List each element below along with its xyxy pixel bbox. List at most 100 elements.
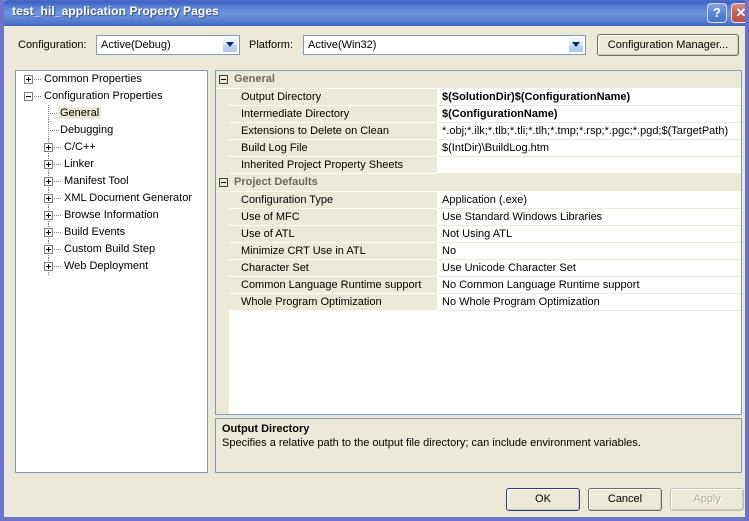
property-value[interactable] bbox=[438, 157, 741, 174]
tree-item-build-events[interactable]: Build Events bbox=[16, 224, 207, 241]
property-name: Output Directory bbox=[229, 89, 438, 106]
property-value[interactable]: $(SolutionDir)$(ConfigurationName) bbox=[438, 89, 741, 106]
property-row[interactable]: Configuration Type Application (.exe) bbox=[216, 192, 741, 209]
property-row[interactable]: Extensions to Delete on Clean *.obj;*.ilk… bbox=[216, 123, 741, 140]
tree-connector bbox=[54, 249, 61, 251]
tree-item-debugging[interactable]: Debugging bbox=[16, 122, 207, 139]
grid-category-project-defaults[interactable]: Project Defaults bbox=[216, 174, 741, 192]
configuration-manager-button[interactable]: Configuration Manager... bbox=[597, 34, 739, 56]
expand-icon[interactable] bbox=[44, 160, 53, 169]
expand-icon[interactable] bbox=[44, 177, 53, 186]
collapse-icon[interactable] bbox=[219, 75, 228, 84]
property-name: Extensions to Delete on Clean bbox=[229, 123, 438, 140]
property-row[interactable]: Output Directory $(SolutionDir)$(Configur… bbox=[216, 89, 741, 106]
chevron-down-icon[interactable] bbox=[568, 37, 584, 53]
apply-button: Apply bbox=[670, 488, 744, 511]
property-row[interactable]: Whole Program Optimization No Whole Progr… bbox=[216, 294, 741, 311]
expand-icon[interactable] bbox=[24, 75, 33, 84]
tree-item-configuration-properties[interactable]: Configuration Properties bbox=[16, 88, 207, 105]
property-row[interactable]: Character Set Use Unicode Character Set bbox=[216, 260, 741, 277]
description-pane: Output Directory Specifies a relative pa… bbox=[215, 418, 742, 473]
chevron-down-icon[interactable] bbox=[222, 37, 238, 53]
property-value[interactable]: $(ConfigurationName) bbox=[438, 106, 741, 123]
property-value[interactable]: Not Using ATL bbox=[438, 226, 741, 243]
close-icon[interactable]: ✕ bbox=[731, 3, 747, 23]
collapse-icon[interactable] bbox=[24, 92, 33, 101]
property-value[interactable]: Use Unicode Character Set bbox=[438, 260, 741, 277]
tree-connector bbox=[54, 198, 61, 200]
expand-icon[interactable] bbox=[44, 194, 53, 203]
tree-item-common-properties[interactable]: Common Properties bbox=[16, 71, 207, 88]
property-row[interactable]: Use of ATL Not Using ATL bbox=[216, 226, 741, 243]
tree-connector bbox=[34, 79, 41, 81]
help-icon[interactable]: ? bbox=[707, 3, 727, 23]
tree-item-label: Web Deployment bbox=[64, 260, 149, 272]
property-value[interactable]: No Common Language Runtime support bbox=[438, 277, 741, 294]
property-grid[interactable]: General Output Directory $(SolutionDir)$(C… bbox=[215, 70, 742, 415]
property-row[interactable]: Intermediate Directory $(ConfigurationNam… bbox=[216, 106, 741, 123]
tree-connector bbox=[34, 96, 41, 98]
property-row[interactable]: Common Language Runtime support No Common… bbox=[216, 277, 741, 294]
description-text: Specifies a relative path to the output … bbox=[222, 437, 641, 449]
tree-connector bbox=[54, 232, 61, 234]
tree-item-label: Linker bbox=[64, 158, 94, 170]
configuration-bar: Configuration: Active(Debug) Platform: A… bbox=[4, 26, 745, 64]
tree-item-label: Configuration Properties bbox=[44, 90, 163, 102]
cancel-button[interactable]: Cancel bbox=[588, 488, 662, 511]
grid-category-label: General bbox=[234, 73, 275, 85]
property-name: Character Set bbox=[229, 260, 438, 277]
property-name: Common Language Runtime support bbox=[229, 277, 438, 294]
tree-item-custom-build-step[interactable]: Custom Build Step bbox=[16, 241, 207, 258]
tree-item-general[interactable]: General bbox=[16, 105, 207, 122]
close-glyph: ✕ bbox=[735, 5, 747, 20]
tree-item-label: Common Properties bbox=[44, 73, 142, 85]
property-name: Inherited Project Property Sheets bbox=[229, 157, 438, 174]
property-row[interactable]: Inherited Project Property Sheets bbox=[216, 157, 741, 174]
expand-icon[interactable] bbox=[44, 211, 53, 220]
tree-item-c-c[interactable]: C/C++ bbox=[16, 139, 207, 156]
tree-connector bbox=[54, 181, 61, 183]
property-name: Whole Program Optimization bbox=[229, 294, 438, 311]
expand-icon[interactable] bbox=[44, 228, 53, 237]
configuration-value: Active(Debug) bbox=[101, 39, 171, 51]
tree-item-browse-information[interactable]: Browse Information bbox=[16, 207, 207, 224]
property-name: Use of MFC bbox=[229, 209, 438, 226]
platform-dropdown[interactable]: Active(Win32) bbox=[303, 35, 586, 55]
property-tree[interactable]: Common Properties Configuration Propertie… bbox=[15, 70, 208, 473]
property-value[interactable]: $(IntDir)\BuildLog.htm bbox=[438, 140, 741, 157]
tree-connector bbox=[54, 215, 61, 217]
property-name: Intermediate Directory bbox=[229, 106, 438, 123]
title-bar: test_hil_application Property Pages ? ✕ bbox=[4, 0, 747, 26]
property-value[interactable]: Use Standard Windows Libraries bbox=[438, 209, 741, 226]
property-value[interactable]: Application (.exe) bbox=[438, 192, 741, 209]
property-row[interactable]: Minimize CRT Use in ATL No bbox=[216, 243, 741, 260]
tree-item-label: XML Document Generator bbox=[64, 192, 192, 204]
expand-icon[interactable] bbox=[44, 143, 53, 152]
tree-item-manifest-tool[interactable]: Manifest Tool bbox=[16, 173, 207, 190]
tree-item-label: Custom Build Step bbox=[64, 243, 156, 255]
property-name: Build Log File bbox=[229, 140, 438, 157]
property-value[interactable]: No bbox=[438, 243, 741, 260]
ok-button[interactable]: OK bbox=[506, 488, 580, 511]
tree-item-web-deployment[interactable]: Web Deployment bbox=[16, 258, 207, 275]
tree-item-linker[interactable]: Linker bbox=[16, 156, 207, 173]
property-value[interactable]: No Whole Program Optimization bbox=[438, 294, 741, 311]
tree-connector bbox=[54, 266, 61, 268]
property-value[interactable]: *.obj;*.ilk;*.tlb;*.tli;*.tlh;*.tmp;*.rs… bbox=[438, 123, 741, 140]
property-name: Configuration Type bbox=[229, 192, 438, 209]
tree-item-label: Debugging bbox=[60, 124, 114, 136]
tree-item-xml-document-generator[interactable]: XML Document Generator bbox=[16, 190, 207, 207]
expand-icon[interactable] bbox=[44, 262, 53, 271]
property-pages-dialog: test_hil_application Property Pages ? ✕ … bbox=[0, 0, 749, 521]
configuration-label: Configuration: bbox=[18, 39, 87, 51]
expand-icon[interactable] bbox=[44, 245, 53, 254]
property-row[interactable]: Use of MFC Use Standard Windows Libraries bbox=[216, 209, 741, 226]
grid-empty-area bbox=[229, 311, 741, 414]
collapse-icon[interactable] bbox=[219, 178, 228, 187]
grid-category-general[interactable]: General bbox=[216, 71, 741, 89]
tree-item-label: Build Events bbox=[64, 226, 126, 238]
platform-value: Active(Win32) bbox=[308, 39, 377, 51]
grid-rows: General Output Directory $(SolutionDir)$(C… bbox=[216, 71, 741, 311]
configuration-dropdown[interactable]: Active(Debug) bbox=[96, 35, 240, 55]
property-row[interactable]: Build Log File $(IntDir)\BuildLog.htm bbox=[216, 140, 741, 157]
